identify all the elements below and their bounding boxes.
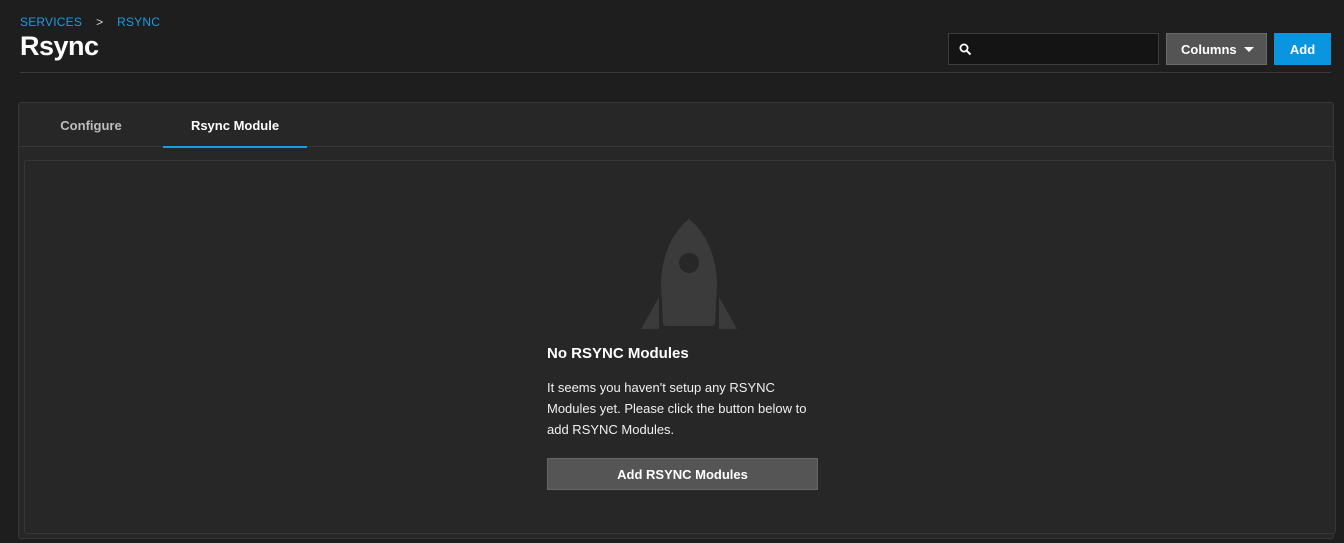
empty-state-title: No RSYNC Modules bbox=[547, 345, 689, 362]
breadcrumb-separator: > bbox=[96, 15, 104, 29]
empty-state-panel: No RSYNC Modules It seems you haven't se… bbox=[24, 160, 1336, 534]
search-icon bbox=[949, 34, 981, 64]
tab-rsync-module[interactable]: Rsync Module bbox=[163, 103, 307, 148]
columns-button-label: Columns bbox=[1181, 41, 1237, 57]
add-button[interactable]: Add bbox=[1274, 33, 1331, 65]
breadcrumb-item-rsync[interactable]: RSYNC bbox=[117, 15, 160, 29]
tab-bar: Configure Rsync Module bbox=[19, 103, 1333, 148]
page-title: Rsync bbox=[20, 31, 99, 61]
empty-state-message: It seems you haven't setup any RSYNC Mod… bbox=[547, 380, 807, 437]
tab-configure[interactable]: Configure bbox=[19, 103, 163, 147]
rocket-icon bbox=[641, 219, 737, 329]
rsync-card: Configure Rsync Module No RSYNC Modules … bbox=[18, 102, 1336, 539]
breadcrumb: SERVICES > RSYNC bbox=[20, 15, 160, 29]
search-field[interactable] bbox=[948, 33, 1159, 65]
add-rsync-modules-button[interactable]: Add RSYNC Modules bbox=[547, 458, 818, 490]
page: SERVICES > RSYNC Rsync Columns Add Confi… bbox=[0, 0, 1344, 543]
chevron-down-icon bbox=[1244, 46, 1254, 52]
search-input[interactable] bbox=[981, 34, 1158, 64]
columns-button[interactable]: Columns bbox=[1166, 33, 1267, 65]
header-divider bbox=[20, 72, 1331, 73]
breadcrumb-item-services[interactable]: SERVICES bbox=[20, 15, 82, 29]
